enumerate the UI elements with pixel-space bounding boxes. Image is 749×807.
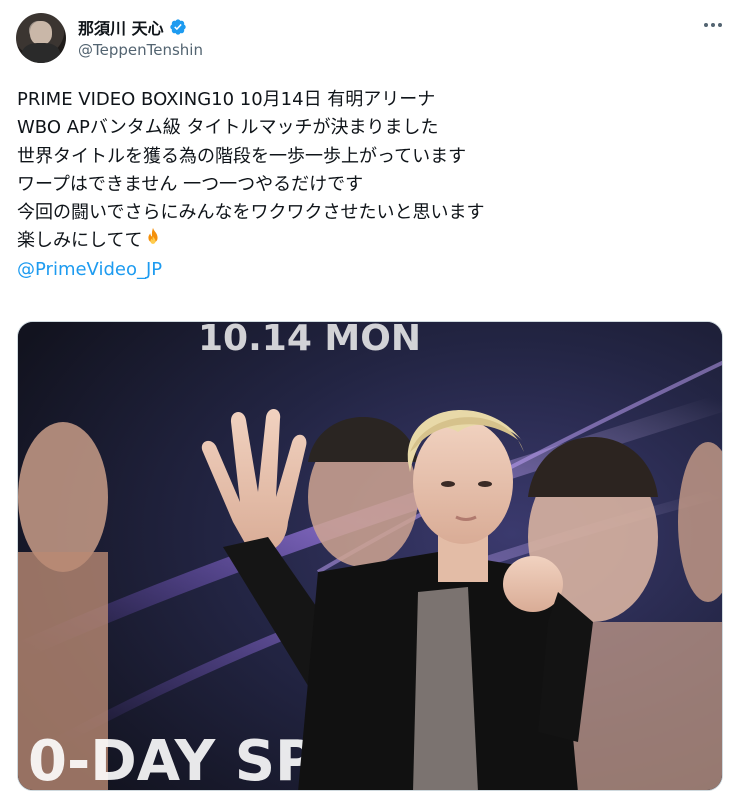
tweet-line: ワープはできません 一つ一つやるだけです	[17, 173, 364, 195]
banner-top-text: 10.14 MON	[198, 322, 421, 359]
tweet-line: 今回の闘いでさらにみんなをワクワクさせたいと思います	[17, 202, 485, 224]
avatar[interactable]	[16, 13, 66, 63]
tweet-text: PRIME VIDEO BOXING10 10月14日 有明アリーナ WBO A…	[17, 86, 732, 284]
dot	[704, 23, 708, 27]
dot	[718, 23, 722, 27]
tweet-line: PRIME VIDEO BOXING10 10月14日 有明アリーナ	[17, 89, 436, 110]
tweet-line-text: 楽しみにしてて	[17, 230, 143, 252]
tweet-line-last: 楽しみにしてて	[17, 227, 732, 255]
author-handle[interactable]: @TeppenTenshin	[78, 41, 203, 59]
verified-badge-icon	[169, 19, 186, 35]
display-name[interactable]: 那須川 天心	[78, 15, 164, 39]
tweet-line: 世界タイトルを獲る為の階段を一歩一歩上がっています	[17, 145, 467, 167]
more-options-icon[interactable]	[699, 14, 727, 36]
avatar-body	[22, 43, 60, 63]
avatar-face	[30, 21, 52, 45]
author-name-row: 那須川 天心	[78, 15, 187, 39]
tweet-line: WBO APバンタム級 タイトルマッチが決まりました	[17, 117, 439, 139]
mention-link[interactable]: @PrimeVideo_JP	[17, 256, 732, 284]
photo-boxer-press-conference: 10.14 MON 0-DAY SPEC	[18, 322, 722, 790]
fire-emoji	[148, 228, 159, 245]
tweet-media-image[interactable]: 10.14 MON 0-DAY SPEC	[17, 321, 723, 791]
dot	[711, 23, 715, 27]
